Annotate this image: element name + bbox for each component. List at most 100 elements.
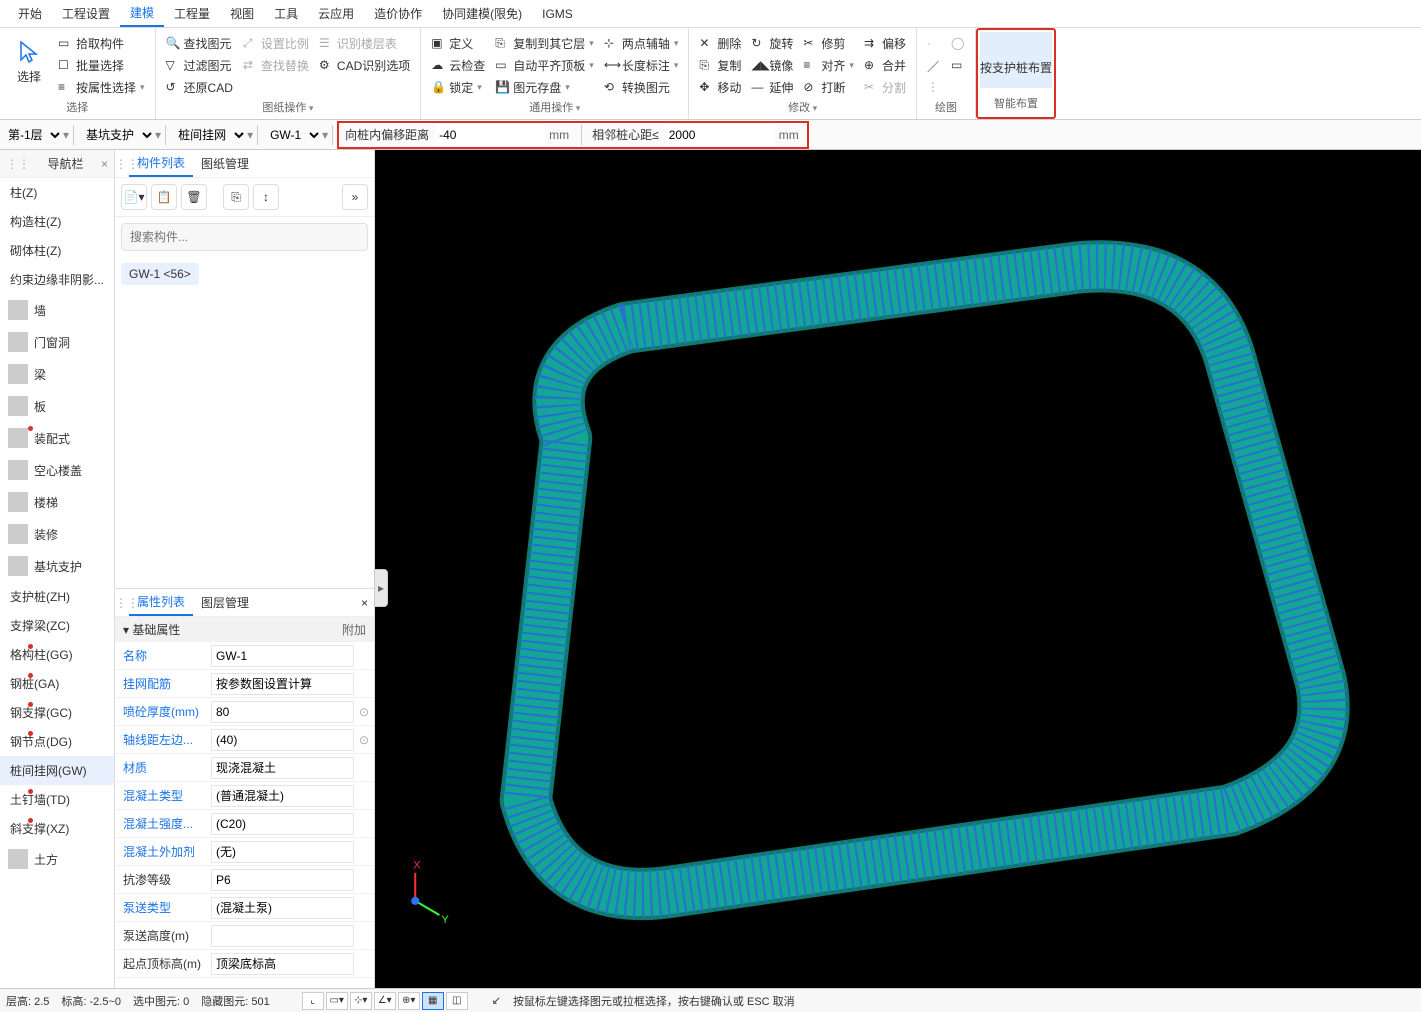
nav-category[interactable]: 门窗洞 — [0, 326, 114, 358]
nav-subitem[interactable]: 支护桩(ZH) — [0, 582, 114, 611]
nav-category[interactable]: 板 — [0, 390, 114, 422]
category-select[interactable]: 基坑支护 — [78, 124, 155, 146]
prop-value-input[interactable] — [211, 897, 354, 919]
prop-name[interactable]: 混凝土外加剂 — [115, 843, 211, 860]
prop-value-input[interactable] — [211, 645, 354, 667]
new-component[interactable]: 📄▾ — [121, 184, 147, 210]
nav-item[interactable]: 约束边缘非阴影... — [0, 265, 114, 294]
pick-component[interactable]: ▭拾取构件 — [54, 32, 149, 54]
prop-value-input[interactable] — [211, 757, 354, 779]
select-by-property[interactable]: ≡按属性选择 — [54, 76, 149, 98]
nav-category[interactable]: 装修 — [0, 518, 114, 550]
layout-by-pile-button[interactable]: 按支护桩布置 — [980, 32, 1052, 88]
prop-name[interactable]: 挂网配筋 — [115, 675, 211, 692]
two-point-axis[interactable]: ⊹两点辅轴 — [600, 32, 683, 54]
menu-6[interactable]: 云应用 — [308, 1, 364, 26]
nav-close[interactable]: × — [101, 157, 108, 171]
sb-icon-3[interactable]: ⊹▾ — [350, 992, 372, 1010]
sb-icon-5[interactable]: ⊕▾ — [398, 992, 420, 1010]
offset-input[interactable] — [435, 124, 545, 146]
group-label-common[interactable]: 通用操作 — [427, 101, 682, 119]
menu-1[interactable]: 工程设置 — [52, 1, 120, 26]
menu-4[interactable]: 视图 — [220, 1, 264, 26]
draw-line[interactable]: ／ — [923, 54, 945, 76]
prop-name[interactable]: 轴线距左边... — [115, 731, 211, 748]
sb-icon-6[interactable]: ▦ — [422, 992, 444, 1010]
prop-value-input[interactable] — [211, 813, 354, 835]
menu-9[interactable]: IGMS — [532, 3, 583, 25]
select-tool[interactable]: 选择 — [6, 32, 52, 92]
auto-align-top[interactable]: ▭自动平齐顶板 — [491, 54, 598, 76]
trim-btn[interactable]: ✂修剪 — [799, 32, 858, 54]
menu-0[interactable]: 开始 — [8, 1, 52, 26]
save-element[interactable]: 💾图元存盘 — [491, 76, 598, 98]
rotate-btn[interactable]: ↻旋转 — [747, 32, 797, 54]
nav-item[interactable]: 砌体柱(Z) — [0, 236, 114, 265]
menu-5[interactable]: 工具 — [264, 1, 308, 26]
menu-3[interactable]: 工程量 — [164, 1, 220, 26]
move-btn[interactable]: ✥移动 — [695, 76, 745, 98]
prop-value-input[interactable] — [211, 953, 354, 975]
prop-name[interactable]: 混凝土类型 — [115, 787, 211, 804]
search-input[interactable] — [121, 223, 368, 251]
prop-value-input[interactable] — [211, 701, 354, 723]
nav-subitem[interactable]: 格构柱(GG) — [0, 640, 114, 669]
3d-viewport[interactable]: ▸ X Y — [375, 150, 1421, 988]
nav-category[interactable]: 基坑支护 — [0, 550, 114, 582]
nav-category[interactable]: 装配式 — [0, 422, 114, 454]
prop-value-input[interactable] — [211, 673, 354, 695]
merge-btn[interactable]: ⊕合并 — [860, 54, 910, 76]
nav-category[interactable]: 梁 — [0, 358, 114, 390]
nav-subitem[interactable]: 钢支撑(GC) — [0, 698, 114, 727]
sb-icon-4[interactable]: ∠▾ — [374, 992, 396, 1010]
prop-value-input[interactable] — [211, 785, 354, 807]
offset-btn[interactable]: ⇉偏移 — [860, 32, 910, 54]
draw-rect[interactable]: ▭ — [947, 54, 969, 76]
group-label-drawing[interactable]: 图纸操作 — [162, 101, 415, 119]
menu-7[interactable]: 造价协作 — [364, 1, 432, 26]
nav-category[interactable]: 土方 — [0, 843, 114, 875]
nav-category[interactable]: 楼梯 — [0, 486, 114, 518]
prop-name[interactable]: 泵送类型 — [115, 899, 211, 916]
nav-category[interactable]: 空心楼盖 — [0, 454, 114, 486]
cad-options[interactable]: ⚙CAD识别选项 — [315, 54, 414, 76]
convert-element[interactable]: ⟲转换图元 — [600, 76, 683, 98]
define-btn[interactable]: ▣定义 — [427, 32, 489, 54]
copy-to-layer[interactable]: ⎘复制到其它层 — [491, 32, 598, 54]
nav-item[interactable]: 构造柱(Z) — [0, 207, 114, 236]
break-btn[interactable]: ⊘打断 — [799, 76, 858, 98]
prop-value-input[interactable] — [211, 869, 354, 891]
spacing-input[interactable] — [665, 124, 775, 146]
tab-drawing-manage[interactable]: 图纸管理 — [193, 151, 257, 176]
component-select[interactable]: GW-1 — [262, 124, 322, 146]
component-item[interactable]: GW-1 <56> — [121, 263, 199, 285]
group-label-modify[interactable]: 修改 — [695, 101, 910, 119]
type-select[interactable]: 桩间挂网 — [170, 124, 247, 146]
find-element[interactable]: 🔍查找图元 — [162, 32, 237, 54]
batch-select[interactable]: ☐批量选择 — [54, 54, 149, 76]
copy-component[interactable]: 📋 — [151, 184, 177, 210]
tab-component-list[interactable]: 构件列表 — [129, 150, 193, 177]
prop-value-input[interactable] — [211, 841, 354, 863]
prop-close[interactable]: × — [355, 596, 374, 610]
lock-btn[interactable]: 🔒锁定 — [427, 76, 489, 98]
panel-expand-handle[interactable]: ▸ — [374, 569, 388, 607]
nav-subitem[interactable]: 土钉墙(TD) — [0, 785, 114, 814]
tab-layer-manage[interactable]: 图层管理 — [193, 590, 257, 615]
prop-value-input[interactable] — [211, 925, 354, 947]
nav-category[interactable]: 墙 — [0, 294, 114, 326]
prop-section-basic[interactable]: ▾ 基础属性 附加 — [115, 617, 374, 642]
prop-name[interactable]: 混凝土强度... — [115, 815, 211, 832]
more-tools[interactable]: » — [342, 184, 368, 210]
prop-value-input[interactable] — [211, 729, 354, 751]
tab-property-list[interactable]: 属性列表 — [129, 589, 193, 616]
nav-subitem[interactable]: 斜支撑(XZ) — [0, 814, 114, 843]
interlayer-copy[interactable]: ⎘ — [223, 184, 249, 210]
length-label[interactable]: ⟷长度标注 — [600, 54, 683, 76]
nav-item[interactable]: 柱(Z) — [0, 178, 114, 207]
align-btn[interactable]: ≡对齐 — [799, 54, 858, 76]
menu-8[interactable]: 协同建模(限免) — [432, 1, 532, 26]
sort-component[interactable]: ↕ — [253, 184, 279, 210]
floor-select[interactable]: 第-1层 — [0, 124, 63, 146]
prop-name[interactable]: 喷砼厚度(mm) — [115, 703, 211, 720]
